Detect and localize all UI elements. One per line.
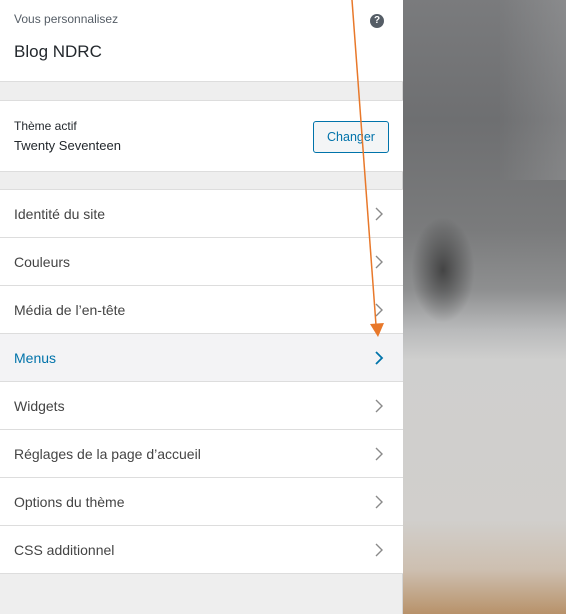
section-label: Menus — [14, 350, 57, 366]
site-title: Blog NDRC — [14, 42, 102, 61]
section-theme-options[interactable]: Options du thème — [0, 478, 403, 526]
chevron-right-icon — [375, 207, 383, 221]
chevron-right-icon — [375, 351, 384, 365]
active-theme-label: Thème actif — [14, 119, 77, 133]
section-widgets[interactable]: Widgets — [0, 382, 403, 430]
customizer-header: Vous personnalisez Blog NDRC ? — [0, 0, 403, 82]
section-label: CSS additionnel — [14, 542, 115, 558]
section-label: Widgets — [14, 398, 65, 414]
section-label: Options du thème — [14, 494, 125, 510]
help-icon[interactable]: ? — [370, 14, 384, 28]
section-site-identity[interactable]: Identité du site — [0, 190, 403, 238]
customizer-sidebar: Vous personnalisez Blog NDRC ? Thème act… — [0, 0, 403, 614]
chevron-right-icon — [375, 495, 383, 509]
section-homepage-settings[interactable]: Réglages de la page d’accueil — [0, 430, 403, 478]
chevron-right-icon — [375, 543, 383, 557]
section-label: Réglages de la page d’accueil — [14, 446, 201, 462]
chevron-right-icon — [375, 399, 383, 413]
section-colors[interactable]: Couleurs — [0, 238, 403, 286]
customizing-label: Vous personnalisez — [14, 12, 119, 26]
section-additional-css[interactable]: CSS additionnel — [0, 526, 403, 574]
chevron-right-icon — [375, 255, 383, 269]
section-label: Média de l’en-tête — [14, 302, 126, 318]
section-label: Identité du site — [14, 206, 106, 222]
active-theme-name: Twenty Seventeen — [14, 138, 121, 153]
active-theme-panel: Thème actif Twenty Seventeen Changer — [0, 100, 403, 172]
site-preview-frame — [403, 0, 566, 614]
chevron-right-icon — [375, 447, 383, 461]
section-label: Couleurs — [14, 254, 71, 270]
section-header-media[interactable]: Média de l’en-tête — [0, 286, 403, 334]
change-theme-button[interactable]: Changer — [313, 121, 389, 153]
chevron-right-icon — [375, 303, 383, 317]
customizer-sections-list: Identité du site Couleurs Média de l’en-… — [0, 189, 403, 574]
section-menus[interactable]: Menus — [0, 334, 403, 382]
